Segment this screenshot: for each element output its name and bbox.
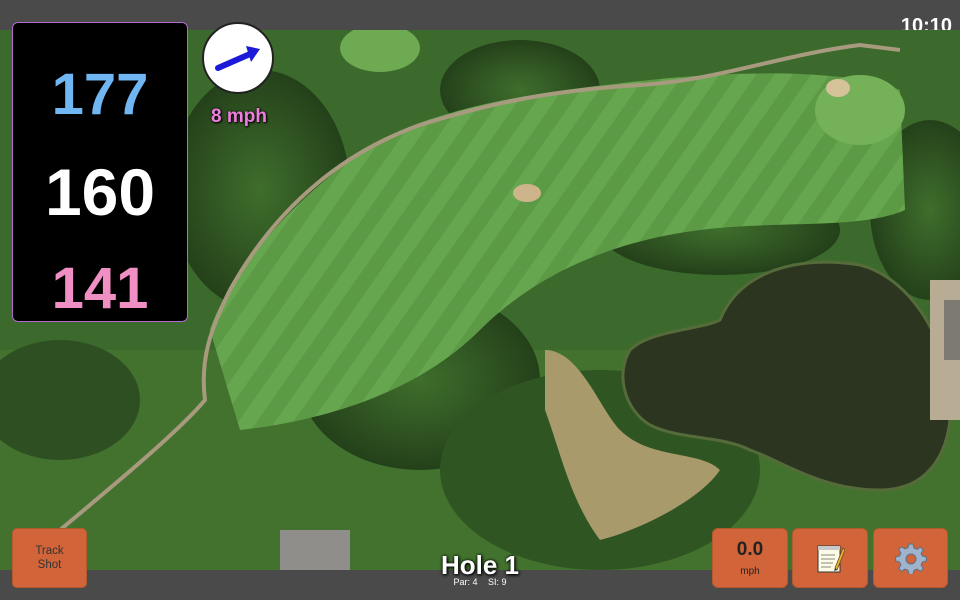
hole-par: Par: 4 bbox=[453, 577, 478, 587]
hole-info: Par: 4 SI: 9 bbox=[400, 577, 560, 587]
notes-button[interactable] bbox=[792, 528, 868, 588]
settings-button[interactable] bbox=[873, 528, 948, 588]
wind-arrow-icon bbox=[215, 46, 260, 71]
speed-unit: mph bbox=[740, 565, 760, 577]
wind-dial bbox=[202, 22, 274, 94]
speed-button[interactable]: 0.0 mph bbox=[712, 528, 788, 588]
wind-speed: 8 mph bbox=[211, 106, 267, 127]
track-shot-label: Track Shot bbox=[35, 545, 64, 571]
notepad-icon bbox=[817, 545, 845, 573]
speed-value: 0.0 bbox=[736, 538, 764, 560]
center-distance: 160 bbox=[44, 155, 156, 229]
gear-icon bbox=[894, 543, 927, 574]
track-shot-button[interactable]: Track Shot bbox=[12, 528, 87, 588]
back-distance: 177 bbox=[51, 62, 149, 127]
distance-panel: 177 160 141 bbox=[12, 22, 188, 322]
hole-si: SI: 9 bbox=[488, 577, 507, 587]
front-distance: 141 bbox=[51, 256, 149, 321]
